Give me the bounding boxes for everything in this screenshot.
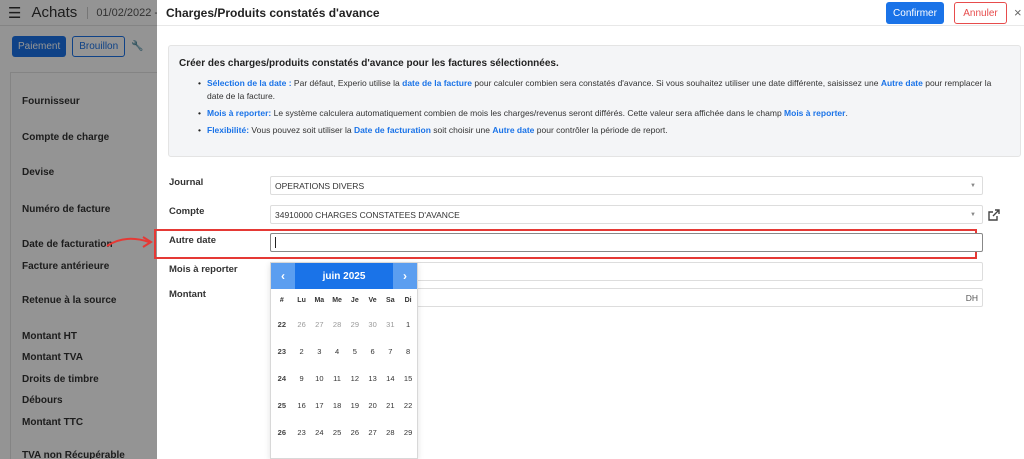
weekday-header: Di (404, 296, 412, 304)
calendar-day[interactable]: 3 (310, 347, 328, 356)
confirm-button[interactable]: Confirmer (886, 2, 944, 24)
calendar-day[interactable]: 7 (381, 347, 399, 356)
journal-label: Journal (169, 177, 204, 188)
compte-label: Compte (169, 206, 205, 217)
calendar-day[interactable]: 22 (399, 401, 417, 410)
calendar-day[interactable]: 10 (310, 374, 328, 383)
calendar-day[interactable]: 4 (328, 347, 346, 356)
calendar-day[interactable]: 25 (328, 428, 346, 437)
info-item-flexibility: Flexibilité: Vous pouvez soit utiliser l… (198, 124, 1010, 137)
autre-date-label: Autre date (169, 235, 216, 246)
weekday-header: Ma (314, 296, 325, 304)
calendar-week-row: 25 16 17 18 19 20 21 22 (271, 392, 417, 419)
date-picker: ‹ juin 2025 › # Lu Ma Me Je Ve Sa Di 22 … (270, 262, 418, 459)
calendar-day[interactable]: 16 (293, 401, 311, 410)
calendar-day[interactable]: 17 (310, 401, 328, 410)
weekday-header: Ve (368, 296, 377, 304)
info-heading: Créer des charges/produits constatés d'a… (179, 58, 559, 69)
calendar-day[interactable]: 29 (399, 428, 417, 437)
calendar-day[interactable]: 29 (346, 320, 364, 329)
week-number: 23 (277, 347, 287, 356)
montant-label: Montant (169, 289, 206, 300)
red-arrow-annotation (106, 236, 153, 248)
calendar-day[interactable]: 21 (381, 401, 399, 410)
info-item-date-selection: Sélection de la date : Par défaut, Exper… (198, 77, 1010, 103)
calendar-day[interactable]: 18 (328, 401, 346, 410)
calendar-day[interactable]: 1 (399, 320, 417, 329)
modal-overlay[interactable] (0, 0, 157, 459)
calendar-day[interactable]: 26 (293, 320, 311, 329)
currency-unit: DH (965, 293, 978, 303)
calendar-day[interactable]: 27 (310, 320, 328, 329)
calendar-day[interactable]: 27 (364, 428, 382, 437)
calendar-header: ‹ juin 2025 › (271, 263, 417, 289)
calendar-week-row: 23 2 3 4 5 6 7 8 (271, 338, 417, 365)
close-icon[interactable]: × (1014, 5, 1022, 20)
journal-select[interactable]: OPERATIONS DIVERS ▼ (270, 176, 983, 195)
compte-value: 34910000 CHARGES CONSTATEES D'AVANCE (275, 209, 460, 220)
calendar-month-label[interactable]: juin 2025 (295, 271, 393, 282)
week-number: 26 (277, 428, 287, 437)
week-number: 25 (277, 401, 287, 410)
calendar-day[interactable]: 5 (346, 347, 364, 356)
weekday-header: Je (350, 296, 359, 304)
calendar-week-row: 24 9 10 11 12 13 14 15 (271, 365, 417, 392)
calendar-day[interactable]: 26 (346, 428, 364, 437)
info-item-months-deferred: Mois à reporter: Le système calculera au… (198, 107, 1010, 120)
background-page: ☰ Achats 01/02/2022 - F22 Paiement Broui… (0, 0, 157, 459)
calendar-day[interactable]: 13 (364, 374, 382, 383)
modal-title: Charges/Produits constatés d'avance (166, 5, 380, 20)
calendar-day[interactable]: 28 (328, 320, 346, 329)
cancel-button[interactable]: Annuler (954, 2, 1007, 24)
calendar-day[interactable]: 12 (346, 374, 364, 383)
calendar-day[interactable]: 30 (364, 320, 382, 329)
calendar-day[interactable]: 14 (381, 374, 399, 383)
prev-month-button[interactable]: ‹ (271, 263, 295, 289)
weekday-header-row: # Lu Ma Me Je Ve Sa Di (271, 289, 417, 311)
calendar-day[interactable]: 24 (310, 428, 328, 437)
mois-reporter-label: Mois à reporter (169, 264, 238, 275)
journal-value: OPERATIONS DIVERS (275, 180, 365, 191)
calendar-week-row: 22 26 27 28 29 30 31 1 (271, 311, 417, 338)
external-link-icon[interactable] (986, 207, 1002, 223)
deferred-charges-modal: Charges/Produits constatés d'avance Conf… (154, 0, 1024, 459)
next-month-button[interactable]: › (393, 263, 417, 289)
week-number: 22 (277, 320, 287, 329)
calendar-day[interactable]: 11 (328, 374, 346, 383)
week-number-header: # (279, 296, 284, 304)
week-number: 24 (277, 374, 287, 383)
weekday-header: Sa (386, 296, 395, 304)
calendar-day[interactable]: 2 (293, 347, 311, 356)
calendar-day[interactable]: 8 (399, 347, 417, 356)
calendar-day[interactable]: 6 (364, 347, 382, 356)
autre-date-input[interactable] (270, 233, 983, 252)
chevron-down-icon: ▼ (970, 183, 976, 189)
calendar-day[interactable]: 15 (399, 374, 417, 383)
calendar-day[interactable]: 9 (293, 374, 311, 383)
info-box: Créer des charges/produits constatés d'a… (168, 45, 1021, 157)
text-cursor (275, 237, 276, 248)
calendar-day[interactable]: 28 (381, 428, 399, 437)
calendar-day[interactable]: 20 (364, 401, 382, 410)
calendar-day[interactable]: 23 (293, 428, 311, 437)
calendar-day[interactable]: 31 (381, 320, 399, 329)
calendar-week-row: 26 23 24 25 26 27 28 29 (271, 419, 417, 446)
calendar-day[interactable]: 19 (346, 401, 364, 410)
chevron-down-icon: ▼ (970, 212, 976, 218)
weekday-header: Me (332, 296, 342, 304)
compte-select[interactable]: 34910000 CHARGES CONSTATEES D'AVANCE ▼ (270, 205, 983, 224)
weekday-header: Lu (297, 296, 306, 304)
